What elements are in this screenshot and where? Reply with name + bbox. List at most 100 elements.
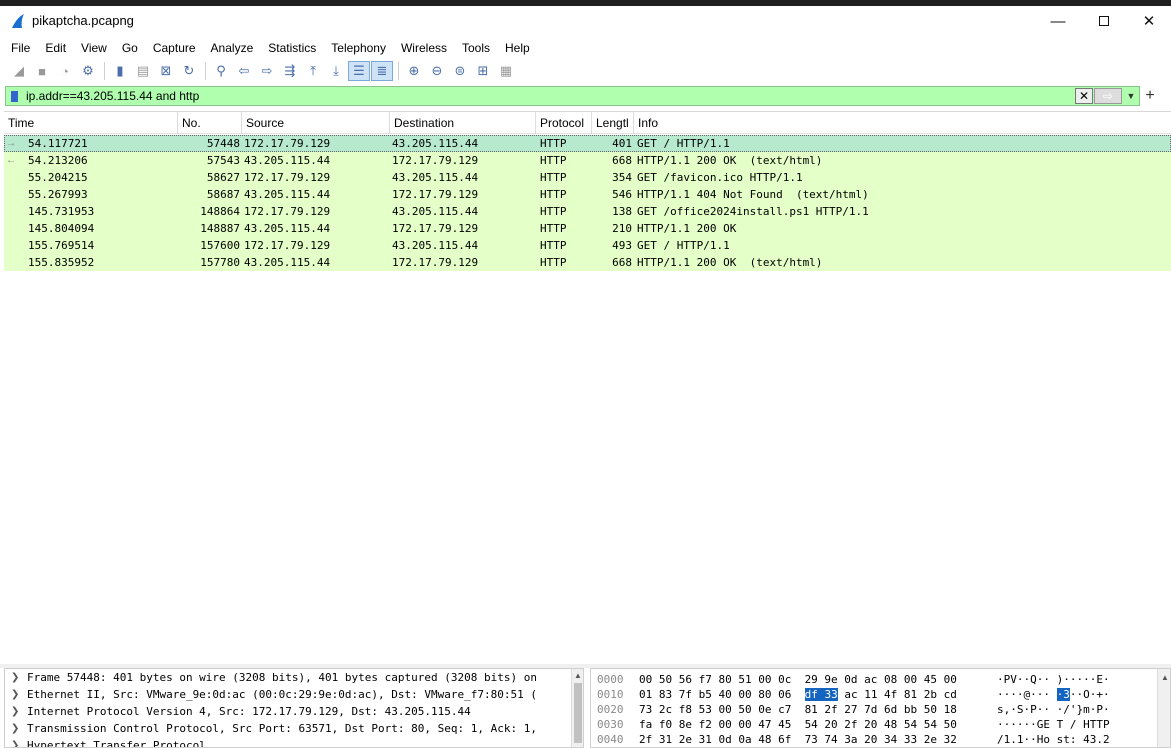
- restart-capture-button[interactable]: ◔: [54, 61, 76, 81]
- packet-row[interactable]: 55.267993 58687 43.205.115.44 172.17.79.129…: [4, 186, 1171, 203]
- stop-capture-button[interactable]: ■: [31, 61, 53, 81]
- hex-line[interactable]: 0000 00 50 56 f7 80 51 00 0c 29 9e 0d ac …: [591, 672, 1170, 687]
- start-capture-button[interactable]: ◢: [8, 61, 30, 81]
- expand-arrow-icon[interactable]: ❯: [11, 686, 19, 703]
- cell-time: 155.835952: [28, 256, 95, 269]
- packet-row[interactable]: 145.731953 148864 172.17.79.129 43.205.115.…: [4, 203, 1171, 220]
- cell-time: 145.731953: [28, 205, 95, 218]
- expand-arrow-icon[interactable]: ❯: [11, 703, 19, 720]
- packet-list-header: Time No. Source Destination Protocol Len…: [4, 112, 1171, 134]
- packet-row[interactable]: 145.804094 148887 43.205.115.44 172.17.79.1…: [4, 220, 1171, 237]
- hex-line[interactable]: 0010 01 83 7f b5 40 00 80 06 df 33 ac 11 …: [591, 687, 1170, 702]
- cell-dst: 172.17.79.129: [392, 154, 479, 167]
- column-header-no[interactable]: No.: [178, 112, 242, 134]
- display-filter-input[interactable]: ip.addr==43.205.115.44 and http: [22, 89, 1075, 103]
- hex-offset: 0040: [597, 733, 624, 746]
- details-tree-item[interactable]: ❯ Transmission Control Protocol, Src Port…: [5, 720, 583, 737]
- cell-len: 546: [612, 188, 632, 201]
- go-last-button[interactable]: ⤓: [325, 61, 347, 81]
- menu-file[interactable]: File: [0, 38, 37, 58]
- column-header-info[interactable]: Info: [634, 112, 1171, 134]
- zoom-out-button[interactable]: ⊖: [426, 61, 448, 81]
- cell-len: 210: [612, 222, 632, 235]
- cell-src: 172.17.79.129: [244, 239, 331, 252]
- reload-file-icon: ↻: [183, 63, 195, 78]
- packet-row[interactable]: 55.204215 58627 172.17.79.129 43.205.115.44…: [4, 169, 1171, 186]
- go-back-button[interactable]: ⇦: [233, 61, 255, 81]
- ascii-bytes: ····@··· ·3··O·+·: [997, 687, 1110, 702]
- clear-filter-button[interactable]: ✕: [1075, 88, 1093, 104]
- ascii-segment: /1.1··Ho st: 43.2: [997, 733, 1110, 746]
- packet-row[interactable]: 155.835952 157780 43.205.115.44 172.17.79.1…: [4, 254, 1171, 271]
- cell-proto: HTTP: [540, 222, 567, 235]
- cell-no: 58627: [206, 171, 240, 184]
- bytes-scrollbar[interactable]: ▲: [1157, 669, 1170, 747]
- packet-row[interactable]: 155.769514 157600 172.17.79.129 43.205.115.…: [4, 237, 1171, 254]
- go-first-icon: ⤒: [310, 63, 316, 78]
- bookmark-icon: [10, 90, 18, 102]
- details-tree-item[interactable]: ❯ Internet Protocol Version 4, Src: 172.1…: [5, 703, 583, 720]
- layout-button[interactable]: ▦: [495, 61, 517, 81]
- cell-no: 157600: [200, 239, 240, 252]
- packet-row[interactable]: → 54.117721 57448 172.17.79.129 43.205.115.4…: [4, 135, 1171, 152]
- menu-help[interactable]: Help: [497, 38, 537, 58]
- cell-no: 57543: [206, 154, 240, 167]
- go-to-packet-button[interactable]: ⇶: [279, 61, 301, 81]
- packet-row[interactable]: ← 54.213206 57543 43.205.115.44 172.17.79.12…: [4, 152, 1171, 169]
- minimize-button[interactable]: —: [1035, 6, 1081, 36]
- cell-src: 172.17.79.129: [244, 171, 331, 184]
- add-filter-button[interactable]: +: [1141, 86, 1159, 106]
- menu-edit[interactable]: Edit: [37, 38, 73, 58]
- related-packet-indicator: →: [6, 138, 16, 149]
- details-item-label: Transmission Control Protocol, Src Port:…: [27, 722, 537, 735]
- hex-line[interactable]: 0030 fa f0 8e f2 00 00 47 45 54 20 2f 20 …: [591, 717, 1170, 732]
- hex-line[interactable]: 0020 73 2c f8 53 00 50 0e c7 81 2f 27 7d …: [591, 702, 1170, 717]
- hex-line[interactable]: 0040 2f 31 2e 31 0d 0a 48 6f 73 74 3a 20 …: [591, 732, 1170, 747]
- go-first-button[interactable]: ⤒: [302, 61, 324, 81]
- expand-arrow-icon[interactable]: ❯: [11, 720, 19, 737]
- details-tree-item[interactable]: ❯ Frame 57448: 401 bytes on wire (3208 bi…: [5, 669, 583, 686]
- resize-columns-button[interactable]: ⊞: [472, 61, 494, 81]
- zoom-in-button[interactable]: ⊕: [403, 61, 425, 81]
- menu-go[interactable]: Go: [114, 38, 145, 58]
- details-scrollbar[interactable]: ▲: [571, 669, 583, 747]
- colorize-button[interactable]: ≣: [371, 61, 393, 81]
- menu-wireless[interactable]: Wireless: [393, 38, 454, 58]
- menu-statistics[interactable]: Statistics: [260, 38, 323, 58]
- highlighted-bytes: df 33: [804, 688, 838, 701]
- maximize-button[interactable]: [1081, 6, 1127, 36]
- menu-analyze[interactable]: Analyze: [203, 38, 261, 58]
- column-header-time[interactable]: Time: [4, 112, 178, 134]
- menu-tools[interactable]: Tools: [454, 38, 497, 58]
- reload-file-button[interactable]: ↻: [178, 61, 200, 81]
- menu-view[interactable]: View: [73, 38, 114, 58]
- cell-time: 145.804094: [28, 222, 95, 235]
- filter-history-dropdown[interactable]: ▼: [1123, 88, 1139, 104]
- apply-filter-button[interactable]: ⇨: [1094, 88, 1122, 104]
- close-file-button[interactable]: ⊠: [155, 61, 177, 81]
- expand-arrow-icon[interactable]: ❯: [11, 737, 19, 747]
- capture-options-button[interactable]: ⚙: [77, 61, 99, 81]
- details-scroll-thumb[interactable]: [574, 683, 582, 743]
- open-file-button[interactable]: ▮: [109, 61, 131, 81]
- column-header-protocol[interactable]: Protocol: [536, 112, 592, 134]
- go-forward-button[interactable]: ⇨: [256, 61, 278, 81]
- find-packet-button[interactable]: ⚲: [210, 61, 232, 81]
- toolbar-separator: [205, 62, 206, 80]
- details-tree-item[interactable]: ❯ Hypertext Transfer Protocol: [5, 737, 583, 747]
- menu-telephony[interactable]: Telephony: [323, 38, 393, 58]
- column-header-destination[interactable]: Destination: [390, 112, 536, 134]
- details-tree-item[interactable]: ❯ Ethernet II, Src: VMware_9e:0d:ac (00:0…: [5, 686, 583, 703]
- column-header-source[interactable]: Source: [242, 112, 390, 134]
- column-header-length[interactable]: Lengtl: [592, 112, 634, 134]
- cell-no: 57448: [206, 137, 240, 150]
- menu-capture[interactable]: Capture: [145, 38, 203, 58]
- cell-proto: HTTP: [540, 205, 567, 218]
- zoom-normal-button[interactable]: ⊜: [449, 61, 471, 81]
- expand-arrow-icon[interactable]: ❯: [11, 669, 19, 686]
- save-file-button[interactable]: ▤: [132, 61, 154, 81]
- close-button[interactable]: ✕: [1126, 6, 1171, 36]
- hex-offset: 0000: [597, 673, 624, 686]
- filter-bookmark-button[interactable]: [6, 87, 22, 105]
- autoscroll-button[interactable]: ☰: [348, 61, 370, 81]
